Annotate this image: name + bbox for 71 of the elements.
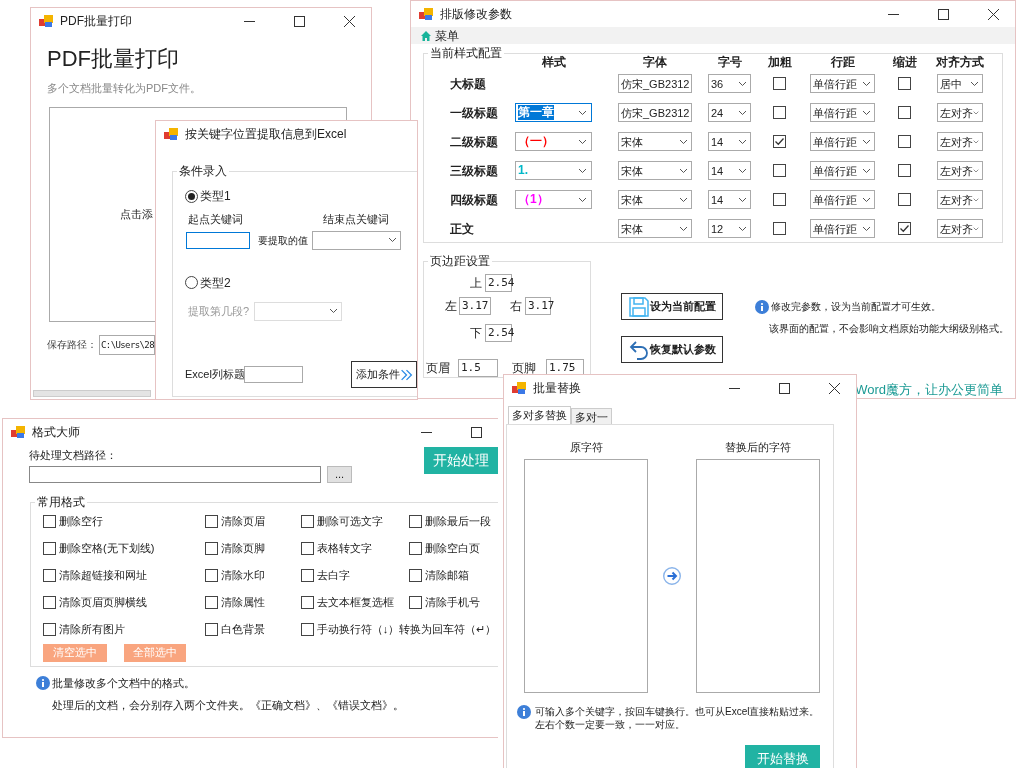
window-title: 格式大师 [32, 424, 80, 441]
field-label: 提取第几段? [188, 303, 251, 319]
checkbox-label: 清除所有图片 [59, 621, 125, 637]
page-heading: PDF批量打印 [47, 45, 180, 73]
checkbox-label: 删除空行 [59, 513, 103, 529]
checkbox-label: 手动换行符（↓）转换为回车符（↵） [316, 621, 497, 637]
style-text: 第一章 [518, 105, 554, 120]
style-text: （1） [518, 192, 549, 207]
checkbox-label: 表格转文字 [316, 540, 372, 556]
checkbox-label: 删除空白页 [424, 540, 480, 556]
field-label: 页脚 [512, 360, 536, 377]
group-label: 当前样式配置 [428, 46, 504, 60]
checkbox-label: 白色背景 [220, 621, 265, 637]
field-label: 待处理文档路径： [29, 448, 118, 463]
column-header: 字体 [643, 55, 667, 69]
field-label: 右 [510, 298, 522, 315]
radio-label: 类型1 [200, 188, 231, 205]
checkbox-label: 清除页脚 [220, 540, 265, 556]
window-title: PDF批量打印 [60, 13, 132, 30]
checkbox-label: 清除超链接和网址 [59, 567, 147, 583]
info-text: 修改完参数，设为当前配置才可生效。 [771, 300, 941, 314]
field-label: Excel列标题 [185, 367, 244, 383]
row-label: 三级标题 [450, 162, 498, 180]
info-text: 该界面的配置，不会影响文档原始功能大纲级别格式。 [768, 322, 1009, 336]
window-title: 批量替换 [533, 380, 581, 397]
window-title: 按关键字位置提取信息到Excel [185, 126, 347, 143]
row-label: 正文 [450, 220, 474, 238]
row-label: 一级标题 [450, 104, 498, 122]
style-text: 1. [518, 163, 528, 178]
row-label: 大标题 [450, 75, 486, 93]
checkbox-label: 清除水印 [220, 567, 265, 583]
column-header: 加粗 [767, 55, 792, 69]
column-header: 字号 [717, 55, 742, 69]
field-label: 起点关键词 [188, 212, 244, 227]
group-label: 常用格式 [35, 494, 87, 509]
row-label: 二级标题 [450, 133, 498, 151]
checkbox-label: 删除最后一段 [424, 513, 491, 529]
field-label: 页眉 [426, 360, 450, 377]
info-text: 左右个数一定要一致，一一对应。 [535, 718, 686, 731]
subtitle: 多个文档批量转化为PDF文件。 [47, 81, 202, 96]
info-text: 可输入多个关键字，按回车键换行。也可从Excel直接粘贴过来。 [535, 705, 820, 718]
checkbox-label: 清除手机号 [424, 594, 480, 610]
checkbox-label: 去文本框复选框 [316, 594, 394, 610]
checkbox-label: 清除页眉页脚横线 [59, 594, 147, 610]
field-label: 要提取的值 [257, 233, 309, 248]
checkbox-label: 删除可选文字 [316, 513, 383, 529]
save-label: 保存路径： [47, 338, 97, 352]
row-label: 四级标题 [450, 191, 498, 209]
checkbox-label: 去白字 [316, 567, 350, 583]
radio-label: 类型2 [200, 274, 231, 292]
column-header: 对齐方式 [936, 55, 984, 69]
field-label: 上 [470, 275, 482, 292]
column-label: 替换后的字符 [725, 440, 791, 454]
checkbox-label: 清除属性 [220, 594, 265, 610]
style-text: （一） [518, 134, 554, 149]
column-header: 行距 [830, 55, 855, 69]
checkbox-label: 删除空格(无下划线) [59, 540, 155, 556]
column-header: 样式 [541, 55, 566, 69]
checkbox-label: 清除邮箱 [424, 567, 469, 583]
info-text: 批量修改多个文档中的格式。 [52, 675, 195, 691]
window-title: 排版修改参数 [440, 6, 512, 23]
slogan: Word魔方，让办公更简单 [855, 381, 1003, 398]
field-label: 结束点关键词 [323, 212, 389, 227]
field-label: 下 [470, 325, 482, 342]
column-header: 缩进 [892, 55, 917, 69]
group-label: 页边距设置 [428, 254, 492, 268]
group-label: 条件录入 [177, 164, 229, 178]
column-label: 原字符 [569, 440, 603, 454]
field-label: 左 [445, 298, 457, 315]
info-text: 处理后的文档，会分别存入两个文件夹。《正确文档》、《错误文档》。 [51, 698, 405, 713]
checkbox-label: 清除页眉 [220, 513, 265, 529]
